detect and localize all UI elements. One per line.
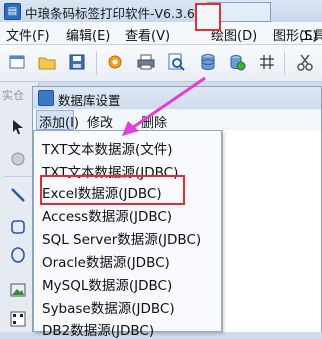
annotation-arrow [122,76,206,136]
